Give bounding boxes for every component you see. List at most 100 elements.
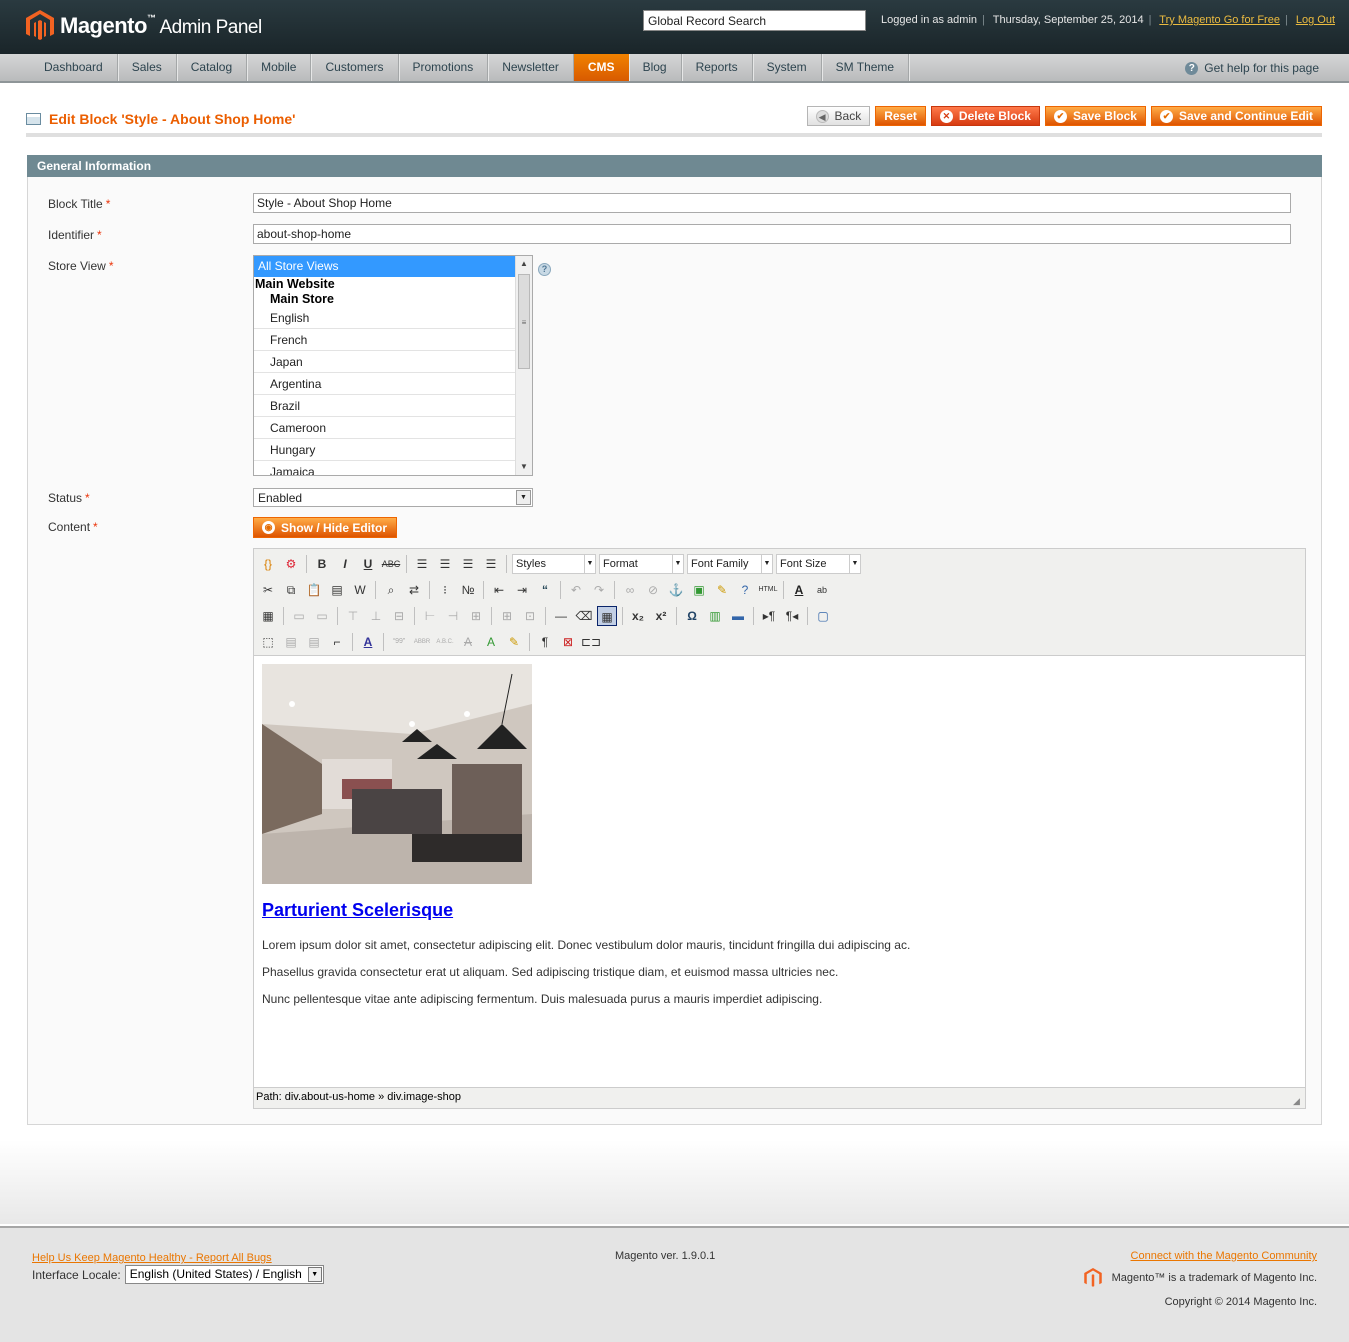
merge-cells-icon[interactable]: ⊡ (520, 606, 540, 626)
magento-logo[interactable]: Magento™ Admin Panel (26, 10, 262, 42)
absolute-icon[interactable]: ⌐ (327, 632, 347, 652)
underline-icon[interactable]: U (358, 554, 378, 574)
cleanup-icon[interactable]: ✎ (712, 580, 732, 600)
html-source-icon[interactable]: HTML (758, 580, 778, 600)
visual-aid-icon[interactable]: ▦ (597, 606, 617, 626)
store-view-help-icon[interactable]: ? (538, 263, 551, 276)
font-family-select[interactable]: Font Family ▼ (687, 554, 773, 574)
superscript-icon[interactable]: x² (651, 606, 671, 626)
align-center-icon[interactable]: ☰ (435, 554, 455, 574)
align-left-icon[interactable]: ☰ (412, 554, 432, 574)
highlight-color-icon[interactable]: ab (812, 580, 832, 600)
global-search-input[interactable] (643, 10, 866, 31)
acronym-icon[interactable]: A.B.C. (435, 632, 455, 652)
store-view-option[interactable]: Hungary (254, 439, 516, 461)
find-icon[interactable]: ⌕ (381, 580, 401, 600)
identifier-input[interactable] (253, 224, 1291, 244)
media-icon[interactable]: ▥ (705, 606, 725, 626)
scroll-up-icon[interactable]: ▲ (516, 256, 532, 272)
locale-select[interactable]: English (United States) / English ▼ (124, 1265, 324, 1284)
col-after-icon[interactable]: ⊣ (443, 606, 463, 626)
nav-item-newsletter[interactable]: Newsletter (488, 54, 574, 81)
text-color-icon[interactable]: A (789, 580, 809, 600)
insert-layer-icon[interactable]: ⬚ (258, 632, 278, 652)
subscript-icon[interactable]: x₂ (628, 606, 648, 626)
special-char-icon[interactable]: Ω (682, 606, 702, 626)
save-continue-button[interactable]: ✔ Save and Continue Edit (1150, 106, 1322, 126)
anchor-icon[interactable]: ⚓ (666, 580, 686, 600)
insert-widget-icon[interactable]: ⚙ (281, 554, 301, 574)
blockquote-icon[interactable]: “ (535, 580, 555, 600)
copy-icon[interactable]: ⧉ (281, 580, 301, 600)
delete-block-button[interactable]: ✕ Delete Block (930, 106, 1040, 126)
save-block-button[interactable]: ✔ Save Block (1044, 106, 1146, 126)
remove-format-icon[interactable]: ⌫ (574, 606, 594, 626)
store-view-option[interactable]: Jamaica (254, 461, 516, 475)
content-heading[interactable]: Parturient Scelerisque (262, 900, 453, 921)
store-view-option[interactable]: Cameroon (254, 417, 516, 439)
align-right-icon[interactable]: ☰ (458, 554, 478, 574)
styles-select[interactable]: Styles ▼ (512, 554, 596, 574)
show-hide-editor-button[interactable]: ◉ Show / Hide Editor (253, 517, 397, 538)
outdent-icon[interactable]: ⇤ (489, 580, 509, 600)
store-view-option[interactable]: English (254, 307, 516, 329)
visual-chars-icon[interactable]: ¶ (535, 632, 555, 652)
font-size-select[interactable]: Font Size ▼ (776, 554, 861, 574)
nav-item-customers[interactable]: Customers (311, 54, 399, 81)
try-magento-go-link[interactable]: Try Magento Go for Free (1159, 14, 1280, 26)
col-before-icon[interactable]: ⊢ (420, 606, 440, 626)
italic-icon[interactable]: I (335, 554, 355, 574)
paste-icon[interactable]: 📋 (304, 580, 324, 600)
store-view-option[interactable]: Brazil (254, 395, 516, 417)
store-view-option-all[interactable]: All Store Views (254, 256, 516, 277)
report-bugs-link[interactable]: Help Us Keep Magento Healthy - Report Al… (32, 1252, 272, 1264)
nav-item-promotions[interactable]: Promotions (399, 54, 489, 81)
scroll-down-icon[interactable]: ▼ (516, 459, 532, 475)
attributes-icon[interactable]: ✎ (504, 632, 524, 652)
cell-props-icon[interactable]: ▭ (312, 606, 332, 626)
nav-item-blog[interactable]: Blog (629, 54, 682, 81)
split-cells-icon[interactable]: ⊞ (497, 606, 517, 626)
scroll-thumb[interactable]: ≡ (518, 274, 530, 369)
redo-icon[interactable]: ↷ (589, 580, 609, 600)
align-justify-icon[interactable]: ☰ (481, 554, 501, 574)
bullet-list-icon[interactable]: ⁝ (435, 580, 455, 600)
nav-item-catalog[interactable]: Catalog (177, 54, 248, 81)
nav-item-dashboard[interactable]: Dashboard (30, 54, 118, 81)
style-props-icon[interactable]: A (358, 632, 378, 652)
del-icon[interactable]: A (458, 632, 478, 652)
store-view-option[interactable]: French (254, 329, 516, 351)
nav-item-reports[interactable]: Reports (682, 54, 753, 81)
strikethrough-icon[interactable]: ABC (381, 554, 401, 574)
ins-icon[interactable]: A (481, 632, 501, 652)
community-link[interactable]: Connect with the Magento Community (1131, 1250, 1317, 1262)
table-icon[interactable]: ▦ (258, 606, 278, 626)
nav-item-sales[interactable]: Sales (118, 54, 177, 81)
nav-item-sm-theme[interactable]: SM Theme (822, 54, 910, 81)
move-backward-icon[interactable]: ▤ (304, 632, 324, 652)
format-select[interactable]: Format ▼ (599, 554, 684, 574)
paste-text-icon[interactable]: ▤ (327, 580, 347, 600)
logout-link[interactable]: Log Out (1296, 14, 1335, 26)
unlink-icon[interactable]: ⊘ (643, 580, 663, 600)
status-select[interactable]: Enabled ▼ (253, 488, 533, 507)
block-title-input[interactable] (253, 193, 1291, 213)
editor-content-area[interactable]: Parturient Scelerisque Lorem ipsum dolor… (254, 655, 1305, 1088)
fullscreen-icon[interactable]: ▢ (813, 606, 833, 626)
move-forward-icon[interactable]: ▤ (281, 632, 301, 652)
horizontal-rule-icon[interactable]: — (551, 606, 571, 626)
row-after-icon[interactable]: ⊥ (366, 606, 386, 626)
abbr-icon[interactable]: ABBR (412, 632, 432, 652)
cut-icon[interactable]: ✂ (258, 580, 278, 600)
rtl-icon[interactable]: ¶◂ (782, 606, 802, 626)
store-view-scrollbar[interactable]: ▲ ≡ ▼ (515, 256, 532, 475)
resize-handle-icon[interactable]: ◢ (1293, 1096, 1303, 1106)
undo-icon[interactable]: ↶ (566, 580, 586, 600)
page-break-icon[interactable]: ⊏⊐ (581, 632, 601, 652)
insert-variable-icon[interactable]: {} (258, 554, 278, 574)
store-view-option[interactable]: Japan (254, 351, 516, 373)
store-view-multiselect[interactable]: All Store Views Main Website Main Store … (253, 255, 533, 476)
ltr-icon[interactable]: ▸¶ (759, 606, 779, 626)
indent-icon[interactable]: ⇥ (512, 580, 532, 600)
link-icon[interactable]: ∞ (620, 580, 640, 600)
